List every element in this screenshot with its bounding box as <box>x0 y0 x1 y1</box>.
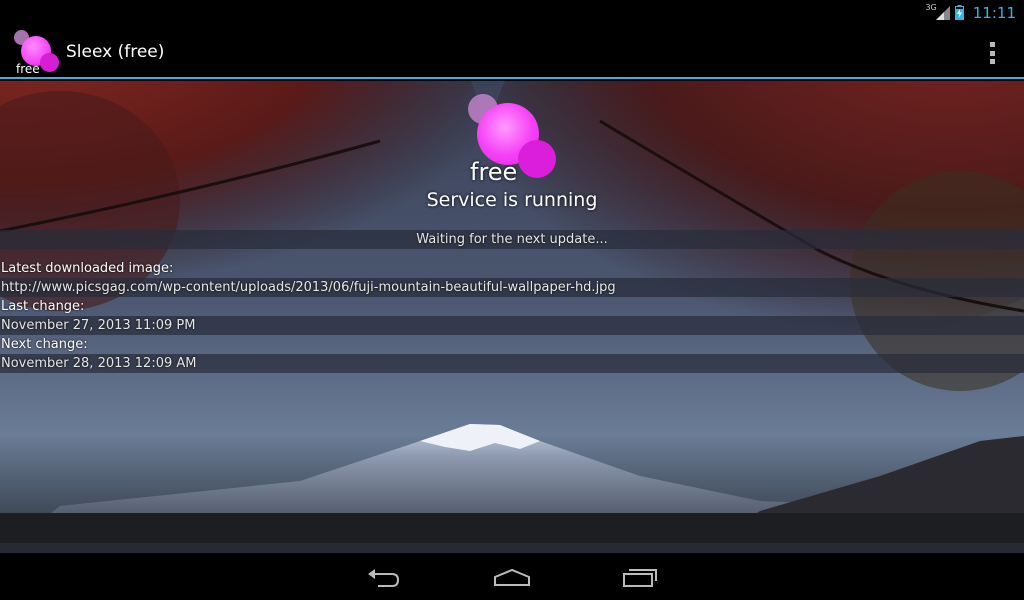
back-icon[interactable] <box>364 565 404 589</box>
network-type-label: 3G <box>925 3 937 12</box>
logo-bubble-medium <box>40 53 59 72</box>
recent-apps-icon[interactable] <box>620 565 660 589</box>
action-bar: free Sleex (free) <box>0 25 1024 79</box>
battery-charging-icon <box>954 5 964 20</box>
waiting-status: Waiting for the next update... <box>0 230 1024 249</box>
app-title: Sleex (free) <box>66 42 165 62</box>
logo-text: free <box>16 62 40 76</box>
latest-image-label: Latest downloaded image: <box>1 261 174 276</box>
service-status: Service is running <box>426 189 598 211</box>
signal-icon <box>935 5 950 20</box>
app-logo-icon[interactable]: free <box>12 29 62 77</box>
last-change-label: Last change: <box>1 299 85 314</box>
center-logo-icon: free <box>460 90 570 190</box>
latest-image-url: http://www.picsgag.com/wp-content/upload… <box>0 278 1024 297</box>
status-clock: 11:11 <box>972 3 1016 22</box>
center-logo-text: free <box>470 158 518 186</box>
next-change-value: November 28, 2013 12:09 AM <box>0 354 1024 373</box>
home-icon[interactable] <box>492 565 532 589</box>
last-change-value: November 27, 2013 11:09 PM <box>0 316 1024 335</box>
next-change-label: Next change: <box>1 337 88 352</box>
status-icons: 3G 11:11 <box>925 2 1016 23</box>
center-logo-bubble-medium <box>518 140 556 178</box>
status-bar: 3G 11:11 <box>0 0 1024 25</box>
navigation-bar <box>0 553 1024 600</box>
overflow-menu-icon[interactable] <box>980 40 1004 66</box>
